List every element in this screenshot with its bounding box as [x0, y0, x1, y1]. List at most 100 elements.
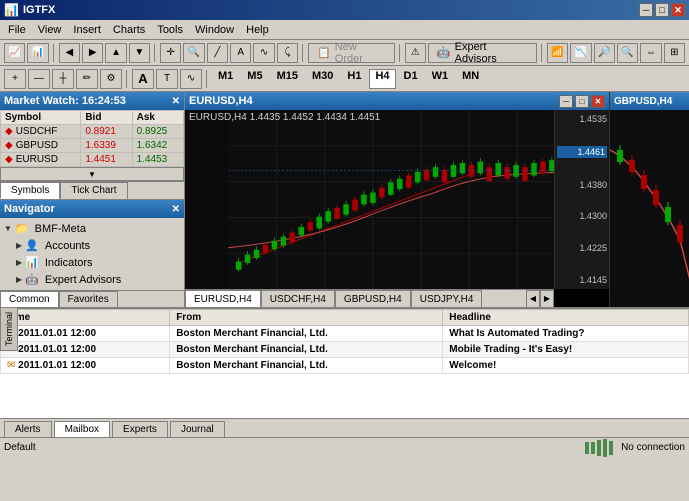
close-button[interactable]: ✕ — [671, 3, 685, 17]
expand-icon: ▶ — [16, 275, 22, 284]
tb-font-a[interactable]: A — [132, 69, 154, 89]
tb-btn2[interactable]: 📊 — [27, 43, 48, 63]
tab-tick-chart[interactable]: Tick Chart — [60, 182, 127, 199]
nav-label: BMF-Meta — [35, 223, 86, 235]
terminal-row[interactable]: ✉ 2011.01.01 12:00 Boston Merchant Finan… — [1, 358, 689, 374]
price-3: 1.4380 — [557, 180, 607, 190]
chart-tab-prev[interactable]: ◀ — [526, 290, 540, 308]
menu-help[interactable]: Help — [240, 22, 275, 38]
expert-advisors-button[interactable]: 🤖 Expert Advisors — [428, 43, 537, 63]
tb-wave[interactable]: ∿ — [180, 69, 202, 89]
tf-m15[interactable]: M15 — [271, 69, 304, 89]
terminal-tab-journal[interactable]: Journal — [170, 421, 225, 437]
market-watch-close[interactable]: ✕ — [172, 96, 180, 107]
tf-h4[interactable]: H4 — [369, 69, 395, 89]
tb-zoom-in[interactable]: 🔍 — [183, 43, 204, 63]
market-row[interactable]: ◆USDCHF 0.8921 0.8925 — [1, 125, 184, 139]
terminal: Time From Headline ✉ 2011.01.01 12:00 Bo… — [0, 307, 689, 437]
tb-zoom-out[interactable]: 🔎 — [594, 43, 615, 63]
market-scroll-down[interactable]: ▼ — [0, 167, 184, 181]
msg-time: ✉ 2011.01.01 12:00 — [1, 326, 170, 342]
tb-back[interactable]: ◀ — [59, 43, 80, 63]
chart-maximize[interactable]: □ — [575, 95, 589, 108]
tb-edit[interactable]: ✏ — [76, 69, 98, 89]
tf-h1[interactable]: H1 — [341, 69, 367, 89]
chart-tab-gbpusd[interactable]: GBPUSD,H4 — [335, 290, 411, 308]
menu-charts[interactable]: Charts — [107, 22, 151, 38]
msg-time: ✉ 2011.01.01 12:00 — [1, 358, 170, 374]
tf-m30[interactable]: M30 — [306, 69, 339, 89]
side-chart-canvas[interactable] — [610, 110, 689, 307]
market-symbol: ◆USDCHF — [1, 125, 81, 139]
side-chart-svg — [610, 110, 689, 307]
nav-folder-icon: 🤖 — [25, 273, 39, 286]
menu-window[interactable]: Window — [189, 22, 240, 38]
tb-fwd[interactable]: ▶ — [82, 43, 103, 63]
chart-close[interactable]: ✕ — [591, 95, 605, 108]
tb-alert[interactable]: ⚠ — [405, 43, 426, 63]
chart-minimize[interactable]: ─ — [559, 95, 573, 108]
tb-up[interactable]: ▲ — [105, 43, 126, 63]
market-bid: 1.6339 — [81, 139, 132, 153]
maximize-button[interactable]: □ — [655, 3, 669, 17]
navigator-close[interactable]: ✕ — [172, 204, 180, 215]
tab-symbols[interactable]: Symbols — [0, 182, 60, 199]
nav-item[interactable]: ▶👤Accounts — [2, 237, 182, 254]
menu-tools[interactable]: Tools — [151, 22, 189, 38]
app-title: IGTFX — [23, 4, 55, 16]
price-6: 1.4145 — [557, 275, 607, 285]
menu-insert[interactable]: Insert — [67, 22, 107, 38]
nav-tab-common[interactable]: Common — [0, 291, 59, 307]
bar-1 — [585, 442, 589, 454]
menu-view[interactable]: View — [32, 22, 68, 38]
chart-tab-usdchf[interactable]: USDCHF,H4 — [261, 290, 335, 308]
market-row[interactable]: ◆EURUSD 1.4451 1.4453 — [1, 153, 184, 167]
tb-chart-type2[interactable]: 📉 — [570, 43, 591, 63]
chart-tab-eurusd[interactable]: EURUSD,H4 — [185, 290, 261, 308]
tf-mn[interactable]: MN — [456, 69, 485, 89]
terminal-tab-experts[interactable]: Experts — [112, 421, 168, 437]
terminal-tab-mailbox[interactable]: Mailbox — [54, 421, 110, 437]
main-area: Market Watch: 16:24:53 ✕ Symbol Bid Ask … — [0, 92, 689, 457]
tb-zoom-in2[interactable]: 🔍 — [617, 43, 638, 63]
tb-chart-type1[interactable]: 📶 — [547, 43, 568, 63]
tf-d1[interactable]: D1 — [398, 69, 424, 89]
expand-icon: ▶ — [16, 258, 22, 267]
terminal-row[interactable]: ✉ 2011.01.01 12:00 Boston Merchant Finan… — [1, 342, 689, 358]
tb-font-t[interactable]: T — [156, 69, 178, 89]
tb-config[interactable]: ⚙ — [100, 69, 122, 89]
tf-m5[interactable]: M5 — [241, 69, 268, 89]
nav-item[interactable]: ▶📊Indicators — [2, 254, 182, 271]
msg-headline: What Is Automated Trading? — [443, 326, 689, 342]
tb-minus[interactable]: — — [28, 69, 50, 89]
msg-headline: Welcome! — [443, 358, 689, 374]
chart-tab-next[interactable]: ▶ — [540, 290, 554, 308]
menu-file[interactable]: File — [2, 22, 32, 38]
tb-new-chart[interactable]: 📈 — [4, 43, 25, 63]
terminal-row[interactable]: ✉ 2011.01.01 12:00 Boston Merchant Finan… — [1, 326, 689, 342]
nav-item[interactable]: ▶🤖Expert Advisors — [2, 271, 182, 288]
chart-tab-usdjpy[interactable]: USDJPY,H4 — [411, 290, 483, 308]
tb-down[interactable]: ▼ — [129, 43, 150, 63]
nav-item[interactable]: ▼📁BMF-Meta — [2, 220, 182, 237]
tb-line[interactable]: ╱ — [207, 43, 228, 63]
terminal-side-label[interactable]: Terminal — [0, 307, 18, 351]
nav-tab-favorites[interactable]: Favorites — [59, 291, 118, 307]
tb-cross[interactable]: ┼ — [52, 69, 74, 89]
nav-folder-icon: 👤 — [25, 239, 39, 252]
price-5: 1.4225 — [557, 243, 607, 253]
tb-scroll[interactable]: ⇔ — [640, 43, 661, 63]
minimize-button[interactable]: ─ — [639, 3, 653, 17]
terminal-tab-alerts[interactable]: Alerts — [4, 421, 52, 437]
new-order-button[interactable]: 📋 New Order — [308, 43, 395, 63]
tb-period[interactable]: ∿ — [253, 43, 274, 63]
tb-text[interactable]: A — [230, 43, 251, 63]
tf-w1[interactable]: W1 — [426, 69, 455, 89]
tf-m1[interactable]: M1 — [212, 69, 239, 89]
tb-arrow-left2[interactable]: + — [4, 69, 26, 89]
chart-canvas[interactable] — [185, 110, 609, 289]
tb-crosshair[interactable]: ✛ — [160, 43, 181, 63]
market-row[interactable]: ◆GBPUSD 1.6339 1.6342 — [1, 139, 184, 153]
tb-arrow[interactable]: ⤹ — [277, 43, 298, 63]
tb-fix[interactable]: ⊞ — [664, 43, 685, 63]
